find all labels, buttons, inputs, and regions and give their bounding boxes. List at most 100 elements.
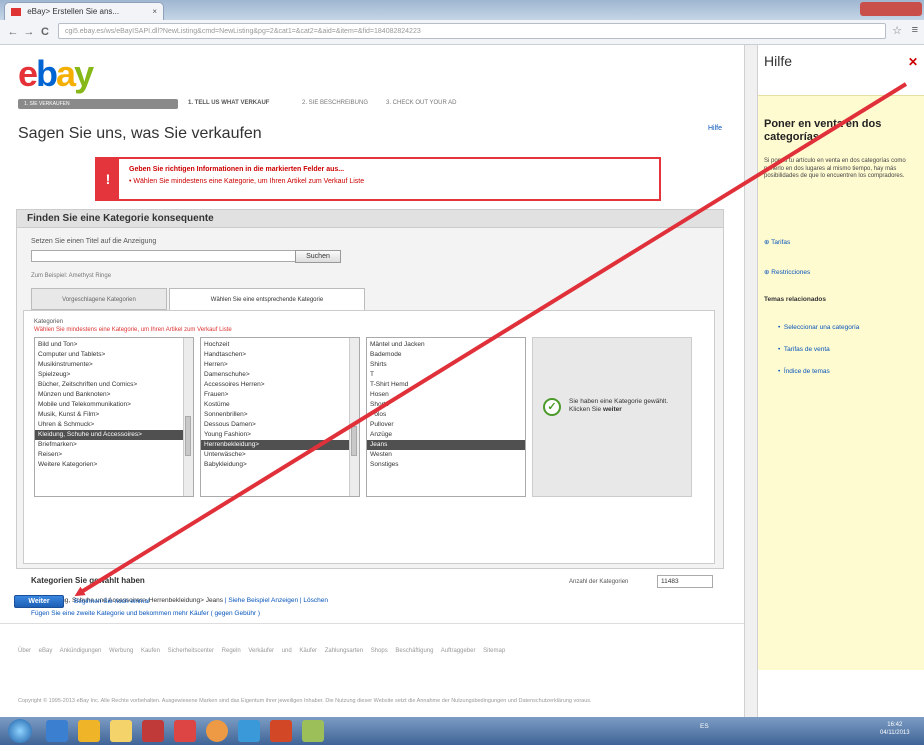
category-level-2-item[interactable]: Handtaschen> xyxy=(201,350,359,360)
chrome-icon[interactable] xyxy=(206,720,228,742)
category-level-3-item[interactable]: Polos xyxy=(367,410,525,420)
help-heading: Poner en venta en dos categorías xyxy=(764,118,882,143)
add-second-category-link[interactable]: Fügen Sie eine zweite Kategorie und beko… xyxy=(31,610,260,617)
lync-icon[interactable] xyxy=(238,720,260,742)
category-level-2-item[interactable]: Herren> xyxy=(201,360,359,370)
categories-label: Kategorien xyxy=(34,319,64,325)
help-item-tarifas[interactable]: ⊕ Tarifas xyxy=(764,238,790,246)
category-level-1-item[interactable]: Spielzeug> xyxy=(35,370,193,380)
category-list-level-3[interactable]: Mäntel und Jacken Bademode Shirts T T-Shirt … xyxy=(366,337,526,497)
media-icon[interactable] xyxy=(142,720,164,742)
category-level-3-item[interactable]: Bademode xyxy=(367,350,525,360)
related-topic-1[interactable]: • Seleccionar una categoría xyxy=(778,324,859,331)
category-level-2-item[interactable]: Herrenbekleidung> xyxy=(201,440,359,450)
title-label: Setzen Sie einen Titel auf die Anzeigung xyxy=(31,238,157,245)
pane-splitter[interactable] xyxy=(744,45,758,717)
category-level-1-item[interactable]: Bücher, Zeitschriften und Comics> xyxy=(35,380,193,390)
category-level-3-item[interactable]: Shorts xyxy=(367,400,525,410)
category-level-2-item[interactable]: Kostüme xyxy=(201,400,359,410)
category-level-3-item[interactable]: Pullover xyxy=(367,420,525,430)
tab-close-icon[interactable]: × xyxy=(152,3,157,21)
category-level-2-item[interactable]: Sonnenbrillen> xyxy=(201,410,359,420)
title-input[interactable] xyxy=(31,250,301,262)
category-count-field: 11483 xyxy=(657,575,713,588)
back-icon[interactable]: ← xyxy=(6,25,20,39)
start-over-link[interactable]: Beginnen Sie noch einmal xyxy=(74,598,150,605)
error-line-2: • Wählen Sie mindestens eine Kategorie, … xyxy=(129,178,365,185)
help-close-icon[interactable]: ✕ xyxy=(908,55,918,69)
category-level-3-item[interactable]: Sonstiges xyxy=(367,460,525,470)
ebay-logo[interactable]: ebay xyxy=(18,55,94,93)
category-level-3-item[interactable]: Hosen xyxy=(367,390,525,400)
list-1-scrollbar[interactable] xyxy=(183,338,193,496)
search-button[interactable]: Suchen xyxy=(295,250,341,263)
category-level-3-item[interactable]: Shirts xyxy=(367,360,525,370)
category-level-2-item[interactable]: Accessoires Herren> xyxy=(201,380,359,390)
footer-divider xyxy=(0,623,744,624)
category-level-2-item[interactable]: Young Fashion> xyxy=(201,430,359,440)
app-icon[interactable] xyxy=(174,720,196,742)
language-indicator[interactable]: ES xyxy=(700,723,709,730)
step-3: 3. CHECK OUT YOUR AD xyxy=(386,100,457,106)
help-link[interactable]: Hilfe xyxy=(708,125,722,132)
category-level-1-item[interactable]: Reisen> xyxy=(35,450,193,460)
system-clock[interactable]: 16:42 04/11/2013 xyxy=(880,721,910,737)
category-level-2-item[interactable]: Babykleidung> xyxy=(201,460,359,470)
main-content: ebay 1. SIE VERKAUFEN 1. TELL US WHAT VE… xyxy=(0,45,744,717)
category-level-1-item[interactable]: Computer und Tablets> xyxy=(35,350,193,360)
footer-links[interactable]: Über eBay Ankündigungen Werbung Kaufen S… xyxy=(18,645,718,657)
category-level-2-item[interactable]: Unterwäsche> xyxy=(201,450,359,460)
help-pane: Hilfe ✕ Poner en venta en dos categorías… xyxy=(758,45,924,717)
start-button-icon[interactable] xyxy=(8,719,32,743)
progress-step-bar: 1. SIE VERKAUFEN xyxy=(18,99,178,109)
category-level-3-item[interactable]: Mäntel und Jacken xyxy=(367,340,525,350)
window-close-button[interactable] xyxy=(860,2,922,16)
category-level-2-item[interactable]: Damenschuhe> xyxy=(201,370,359,380)
category-level-2-item[interactable]: Dessous Damen> xyxy=(201,420,359,430)
list-2-scrollbar[interactable] xyxy=(349,338,359,496)
ie-icon[interactable] xyxy=(46,720,68,742)
powerpoint-icon[interactable] xyxy=(270,720,292,742)
category-level-1-item[interactable]: Musik, Kunst & Film> xyxy=(35,410,193,420)
category-level-2-item[interactable]: Frauen> xyxy=(201,390,359,400)
title-example: Zum Beispiel: Amethyst Ringe xyxy=(31,273,112,279)
category-level-3-item[interactable]: Anzüge xyxy=(367,430,525,440)
bookmark-star-icon[interactable]: ☆ xyxy=(892,24,902,37)
category-level-1-item[interactable]: Kleidung, Schuhe und Accessoires> xyxy=(35,430,193,440)
category-level-1-item[interactable]: Musikinstrumente> xyxy=(35,360,193,370)
related-topic-2[interactable]: • Tarifas de venta xyxy=(778,346,830,353)
folder-icon[interactable] xyxy=(110,720,132,742)
category-level-3-item[interactable]: T xyxy=(367,370,525,380)
address-bar[interactable]: cgi5.ebay.es/ws/eBayISAPI.dll?NewListing… xyxy=(58,23,886,39)
category-level-1-item[interactable]: Mobile und Telekommunikation> xyxy=(35,400,193,410)
category-level-1-item[interactable]: Bild und Ton> xyxy=(35,340,193,350)
category-level-2-item[interactable]: Hochzeit xyxy=(201,340,359,350)
browser-menu-icon[interactable]: ≡ xyxy=(912,24,918,36)
step-2: 2. SIE BESCHREIBUNG xyxy=(302,100,369,106)
reload-icon[interactable]: C xyxy=(38,25,52,39)
help-content: Poner en venta en dos categorías Si pone… xyxy=(758,95,924,670)
category-list-level-1[interactable]: Bild und Ton> Computer und Tablets> Musiki… xyxy=(34,337,194,497)
error-message-box: ! Geben Sie richtigen Informationen in d… xyxy=(95,157,661,201)
category-list-level-2[interactable]: Hochzeit Handtaschen> Herren> Damenschuhe> A… xyxy=(200,337,360,497)
path-action-links[interactable]: | Siehe Beispiel Anzeigen | Löschen xyxy=(225,597,328,604)
outlook-icon[interactable] xyxy=(78,720,100,742)
tab-browse-categories[interactable]: Wählen Sie eine entsprechende Kategorie xyxy=(169,288,365,310)
category-level-1-item[interactable]: Uhren & Schmuck> xyxy=(35,420,193,430)
tab-suggested-categories[interactable]: Vorgeschlagene Kategorien xyxy=(31,288,167,310)
paint-icon[interactable] xyxy=(302,720,324,742)
categories-error: Wählen Sie mindestens eine Kategorie, um… xyxy=(34,327,232,333)
category-level-3-item[interactable]: Westen xyxy=(367,450,525,460)
category-level-1-item[interactable]: Weitere Kategorien> xyxy=(35,460,193,470)
help-item-restricciones[interactable]: ⊕ Restricciones xyxy=(764,268,810,276)
forward-icon[interactable]: → xyxy=(22,25,36,39)
category-level-1-item[interactable]: Briefmarken> xyxy=(35,440,193,450)
category-browser: Kategorien Wählen Sie mindestens eine Ka… xyxy=(23,310,715,564)
continue-button[interactable]: Weiter xyxy=(14,595,64,608)
category-level-3-item[interactable]: T-Shirt Hemd xyxy=(367,380,525,390)
category-level-1-item[interactable]: Münzen und Banknoten> xyxy=(35,390,193,400)
browser-tab[interactable]: eBay> Erstellen Sie ans... × xyxy=(4,2,164,20)
related-topic-3[interactable]: • Índice de temas xyxy=(778,368,830,375)
windows-taskbar: ES 16:42 04/11/2013 xyxy=(0,717,924,745)
category-level-3-item[interactable]: Jeans xyxy=(367,440,525,450)
